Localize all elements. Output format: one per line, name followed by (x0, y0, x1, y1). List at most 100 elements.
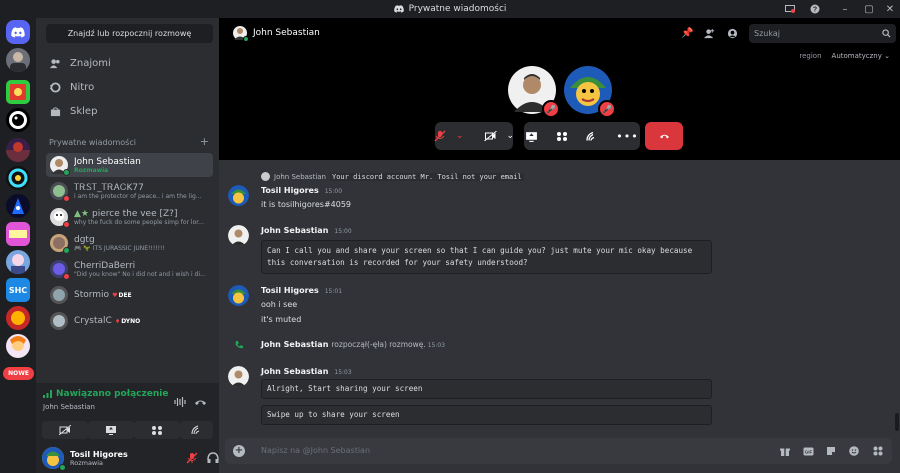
avatar[interactable] (228, 185, 249, 206)
message-input[interactable]: Napisz na @John Sebastian (261, 446, 370, 455)
camera-off-icon[interactable] (483, 131, 497, 141)
nav-friends[interactable]: Znajomi (46, 52, 213, 74)
message-header: John Sebastian 15:00 (261, 226, 352, 235)
avatar[interactable] (228, 366, 249, 387)
status-dot (59, 464, 66, 471)
dm-header: Prywatne wiadomości + (49, 136, 209, 147)
activities-icon (152, 426, 162, 435)
soundboard-icon[interactable] (586, 131, 598, 142)
user-profile-icon[interactable] (727, 28, 738, 39)
server-icon[interactable] (6, 138, 30, 162)
main-panel: John Sebastian 📌 Szukaj region Automatyc… (219, 18, 900, 473)
svg-text:?: ? (813, 7, 817, 14)
new-badge[interactable]: NOWE (3, 367, 34, 380)
reply-preview[interactable]: John Sebastian Your discord account Mr. … (261, 172, 524, 181)
dm-item[interactable]: Stormio ♥ DEE (46, 283, 213, 307)
noise-suppression-icon[interactable] (174, 397, 186, 407)
mic-control-group: ⌄ ⌄ (434, 122, 515, 150)
dm-item-john-sebastian[interactable]: John Sebastian Rozmawia (46, 153, 213, 177)
dm-item[interactable]: dgtg 🎮 🦖 ITS JURASSIC JUNE!!!!!!! (46, 231, 213, 255)
author: John Sebastian (261, 340, 329, 349)
end-call-button[interactable] (645, 122, 683, 150)
message-composer: + Napisz na @John Sebastian GIF (225, 438, 892, 464)
reply-avatar (261, 172, 270, 181)
call-participant-john[interactable]: 🎤 (508, 66, 560, 118)
server-icon[interactable] (6, 80, 30, 104)
add-friends-icon[interactable] (704, 28, 715, 39)
timestamp: 15:01 (324, 288, 343, 295)
toggle-camera-button[interactable] (42, 421, 88, 439)
mic-muted-icon[interactable] (434, 130, 446, 142)
more-options-icon[interactable]: ••• (616, 130, 638, 143)
mic-options-chevron-icon[interactable]: ⌄ (456, 131, 464, 141)
dm-item[interactable]: ▲★ pierce the vee [Z?] why the fuck do so… (46, 205, 213, 229)
server-icon[interactable] (6, 334, 30, 358)
avatar (50, 234, 70, 254)
tag-icon: ♦ (114, 317, 121, 325)
mic-muted-icon[interactable] (186, 452, 198, 464)
sticker-icon[interactable] (825, 445, 837, 457)
server-icon[interactable] (6, 194, 30, 218)
server-icon[interactable] (6, 108, 30, 132)
scrollbar-thumb[interactable] (895, 413, 899, 431)
headphones-icon[interactable] (207, 452, 219, 464)
dm-name: ▲★ pierce the vee [Z?] (74, 208, 178, 219)
server-icon[interactable] (6, 250, 30, 274)
server-icon[interactable]: SHC (6, 278, 30, 302)
nitro-icon (50, 81, 61, 93)
camera-off-icon (59, 425, 71, 435)
pin-icon[interactable]: 📌 (681, 28, 693, 39)
dm-name: ᎢᎡᏚᎢ_ᎢᎡᎪᏟK77 (74, 182, 144, 193)
tag-badge: ♥ DEE (112, 291, 132, 299)
server-icon[interactable] (6, 166, 30, 190)
add-dm-icon[interactable]: + (200, 136, 209, 147)
gift-icon[interactable] (779, 445, 791, 457)
apps-icon[interactable] (872, 445, 884, 457)
nav-shop[interactable]: Sklep (46, 100, 213, 122)
avatar[interactable] (228, 285, 249, 306)
screen-share-indicator-icon[interactable] (778, 0, 802, 18)
avatar (50, 156, 70, 176)
user-panel: Tosil Higores Rozmawia (36, 443, 240, 473)
tag-badge: ♦ DYNO (114, 317, 141, 325)
nav-nitro[interactable]: Nitro (46, 76, 213, 98)
gif-icon[interactable]: GIF (802, 445, 814, 457)
minimize-icon[interactable]: – (833, 0, 857, 18)
screen-share-icon (106, 426, 116, 435)
emoji-icon[interactable] (848, 445, 860, 457)
discord-home-icon (11, 26, 25, 38)
disconnect-icon[interactable] (194, 397, 207, 407)
share-screen-button[interactable] (88, 421, 134, 439)
help-icon[interactable]: ? (803, 0, 827, 18)
dm-header-label: Prywatne wiadomości (49, 138, 136, 147)
code-block: Swipe up to share your screen (261, 405, 712, 425)
screen-share-icon[interactable] (525, 131, 538, 142)
server-icon[interactable] (6, 306, 30, 330)
dm-item[interactable]: CrystalC ♦ DYNO (46, 309, 213, 333)
home-button[interactable] (6, 20, 30, 44)
server-icon[interactable] (6, 222, 30, 246)
soundboard-button[interactable] (180, 421, 213, 439)
dm-item[interactable]: ᎢᎡᏚᎢ_ᎢᎡᎪᏟK77 i am the protector of peace… (46, 179, 213, 203)
camera-options-chevron-icon[interactable]: ⌄ (507, 131, 515, 141)
shop-icon (50, 106, 61, 116)
user-status: Rozmawia (70, 458, 104, 467)
dm-item[interactable]: CherriDaBerri "Did you know" No i did no… (46, 257, 213, 281)
user-avatar[interactable] (42, 447, 66, 471)
avatar[interactable] (228, 225, 249, 246)
status-dot (63, 195, 70, 202)
find-conversation-button[interactable]: Znajdź lub rozpocznij rozmowę (46, 24, 213, 43)
upload-plus-icon[interactable]: + (233, 445, 245, 457)
region-selector[interactable]: region Automatyczny ⌄ (799, 52, 890, 60)
activities-icon[interactable] (556, 131, 568, 142)
dm-name: CherriDaBerri (74, 260, 136, 271)
call-participant-tosil[interactable]: 🎤 (564, 66, 616, 118)
close-icon[interactable]: ✕ (878, 0, 900, 18)
message-header: John Sebastian 15:03 (261, 367, 352, 376)
svg-text:GIF: GIF (804, 449, 812, 454)
timestamp: 15:00 (324, 188, 343, 195)
message-list: John Sebastian Your discord account Mr. … (219, 160, 900, 435)
activities-button[interactable] (134, 421, 180, 439)
search-input[interactable]: Szukaj (749, 24, 896, 43)
server-icon[interactable] (6, 48, 30, 72)
